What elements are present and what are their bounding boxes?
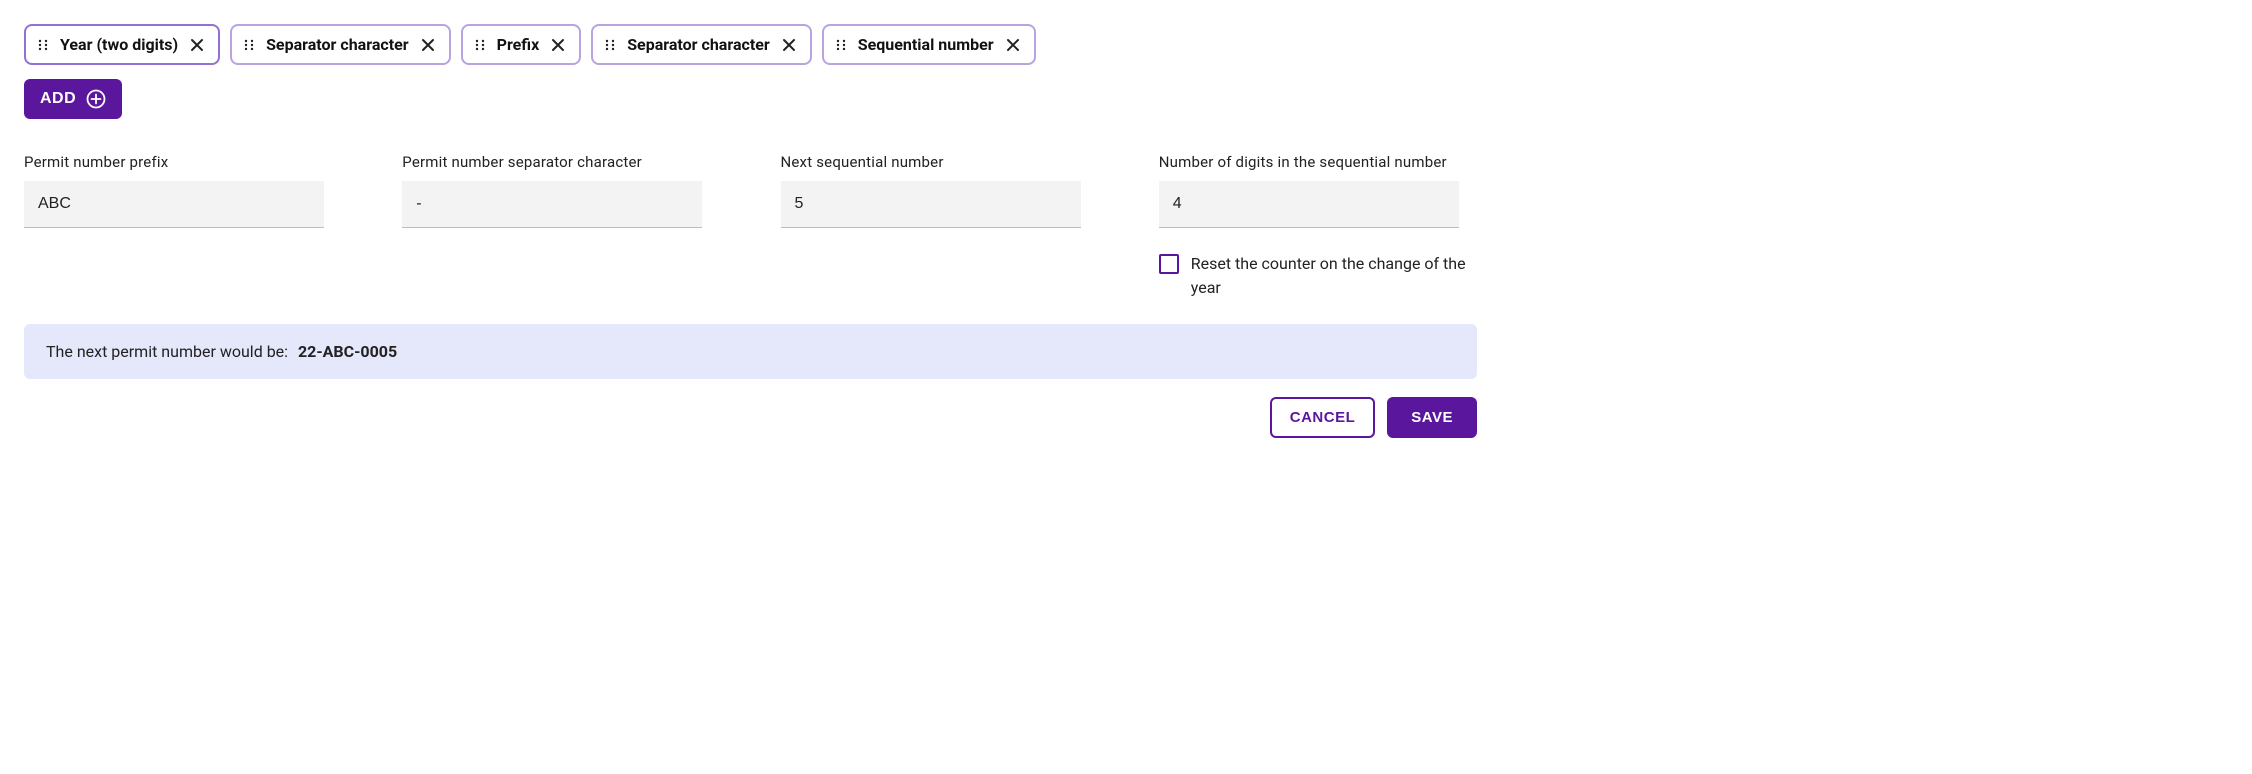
- fields-row: Permit number prefix Permit number separ…: [24, 153, 1477, 300]
- chip-label: Separator character: [627, 35, 770, 54]
- chip-year-two-digits[interactable]: Year (two digits): [24, 24, 220, 65]
- field-prefix: Permit number prefix: [24, 153, 342, 300]
- field-next-seq: Next sequential number: [781, 153, 1099, 300]
- chip-sequential-number[interactable]: Sequential number: [822, 24, 1036, 65]
- num-digits-input[interactable]: [1159, 181, 1459, 228]
- field-num-digits: Number of digits in the sequential numbe…: [1159, 153, 1477, 300]
- next-seq-input[interactable]: [781, 181, 1081, 228]
- reset-counter-checkbox[interactable]: [1159, 254, 1179, 274]
- close-icon[interactable]: [190, 38, 204, 52]
- close-icon[interactable]: [1006, 38, 1020, 52]
- close-icon[interactable]: [782, 38, 796, 52]
- prefix-input[interactable]: [24, 181, 324, 228]
- add-button-label: ADD: [40, 90, 76, 108]
- format-chip-row: Year (two digits) Separator character Pr…: [24, 24, 1477, 65]
- drag-handle-icon[interactable]: [603, 38, 617, 52]
- reset-checkbox-row: Reset the counter on the change of the y…: [1159, 252, 1477, 300]
- field-label-next-seq: Next sequential number: [781, 153, 1099, 171]
- drag-handle-icon[interactable]: [36, 38, 50, 52]
- drag-handle-icon[interactable]: [473, 38, 487, 52]
- chip-label: Prefix: [497, 35, 540, 54]
- cancel-button[interactable]: CANCEL: [1270, 397, 1376, 438]
- add-button-row: ADD: [24, 79, 1477, 119]
- drag-handle-icon[interactable]: [834, 38, 848, 52]
- save-button[interactable]: SAVE: [1387, 397, 1477, 438]
- actions-row: CANCEL SAVE: [24, 397, 1477, 438]
- chip-separator-2[interactable]: Separator character: [591, 24, 812, 65]
- field-label-separator: Permit number separator character: [402, 153, 720, 171]
- add-button[interactable]: ADD: [24, 79, 122, 119]
- chip-prefix[interactable]: Prefix: [461, 24, 582, 65]
- drag-handle-icon[interactable]: [242, 38, 256, 52]
- preview-banner: The next permit number would be: 22-ABC-…: [24, 324, 1477, 379]
- field-label-prefix: Permit number prefix: [24, 153, 342, 171]
- chip-label: Sequential number: [858, 35, 994, 54]
- reset-counter-label: Reset the counter on the change of the y…: [1191, 252, 1477, 300]
- preview-value: 22-ABC-0005: [298, 342, 397, 361]
- separator-input[interactable]: [402, 181, 702, 228]
- plus-circle-icon: [86, 89, 106, 109]
- close-icon[interactable]: [421, 38, 435, 52]
- chip-label: Year (two digits): [60, 35, 178, 54]
- close-icon[interactable]: [551, 38, 565, 52]
- field-label-num-digits: Number of digits in the sequential numbe…: [1159, 153, 1477, 171]
- preview-prefix: The next permit number would be:: [46, 342, 288, 361]
- field-separator: Permit number separator character: [402, 153, 720, 300]
- chip-separator-1[interactable]: Separator character: [230, 24, 451, 65]
- chip-label: Separator character: [266, 35, 409, 54]
